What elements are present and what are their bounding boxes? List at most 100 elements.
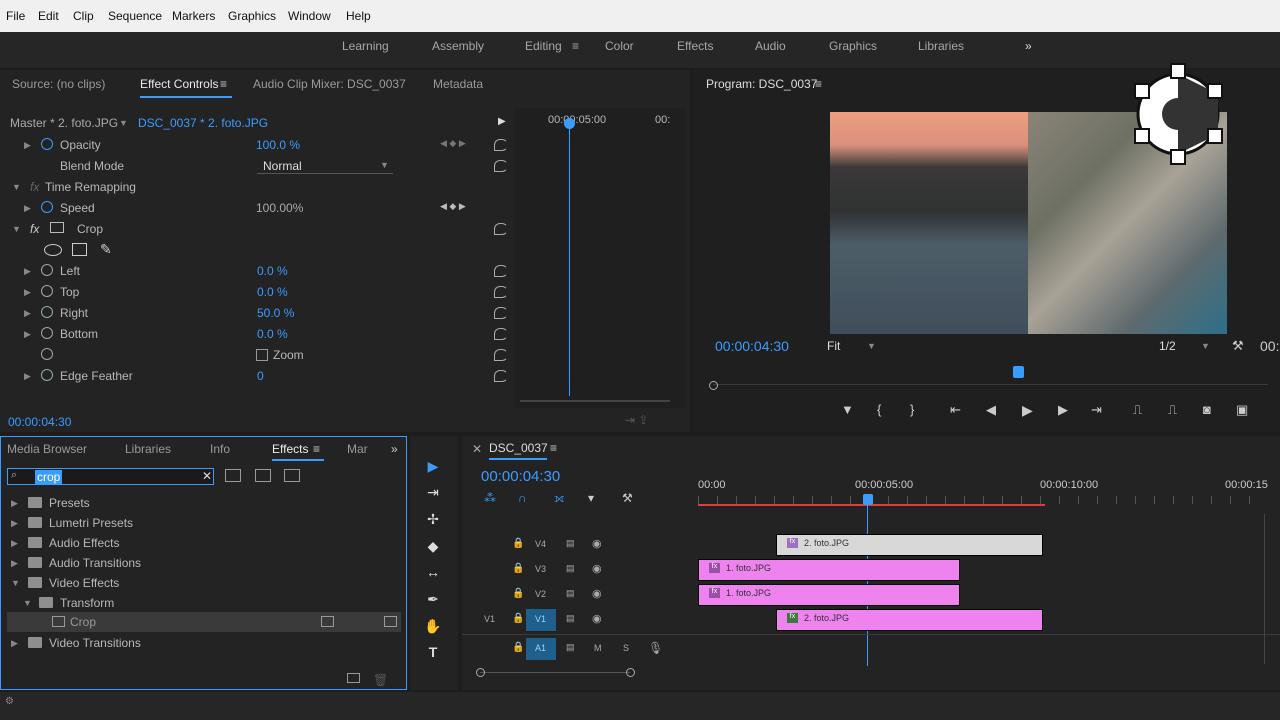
- ripple-edit-tool-icon[interactable]: ✢: [424, 511, 442, 529]
- slip-tool-icon[interactable]: ↔: [424, 564, 442, 582]
- tab-info[interactable]: Info: [210, 442, 230, 456]
- mark-out-icon[interactable]: }: [910, 402, 914, 417]
- menu-file[interactable]: File: [6, 9, 25, 23]
- zoom-scrollbar[interactable]: [520, 400, 670, 402]
- snap-icon[interactable]: ∩: [518, 491, 527, 505]
- reset-icon[interactable]: [494, 328, 508, 340]
- track-label[interactable]: V4: [535, 539, 546, 549]
- eye-icon[interactable]: ◉: [592, 562, 602, 575]
- collapse-icon[interactable]: ▼: [12, 224, 21, 234]
- effect-controls-timecode[interactable]: 00:00:04:30: [8, 415, 71, 429]
- hand-tool-icon[interactable]: ✋: [424, 618, 442, 636]
- right-value[interactable]: 50.0 %: [257, 306, 294, 320]
- vertical-scrollbar[interactable]: [1264, 514, 1265, 664]
- menu-clip[interactable]: Clip: [73, 9, 94, 23]
- expand-icon[interactable]: ▶: [24, 287, 31, 298]
- expand-icon[interactable]: ▶: [24, 329, 31, 340]
- program-title[interactable]: Program: DSC_0037: [706, 77, 817, 91]
- tab-menu-icon[interactable]: ≡: [220, 77, 227, 91]
- lock-icon[interactable]: 🔒: [512, 588, 524, 599]
- stopwatch-icon[interactable]: [41, 138, 53, 150]
- lift-icon[interactable]: ⎍: [1133, 402, 1142, 418]
- timeline-zoom-scrollbar[interactable]: [480, 672, 630, 673]
- fx-icon[interactable]: fx: [30, 222, 39, 236]
- go-to-out-icon[interactable]: ⇥: [1091, 402, 1102, 418]
- clip-v4[interactable]: fx 2. foto.JPG: [776, 534, 1043, 556]
- play-only-icon[interactable]: ▶: [498, 116, 506, 127]
- expand-icon[interactable]: ▶: [11, 638, 18, 649]
- scroll-start-handle[interactable]: [476, 668, 485, 677]
- tab-media-browser[interactable]: Media Browser: [7, 442, 87, 456]
- reset-icon[interactable]: [494, 286, 508, 298]
- sync-lock-icon[interactable]: ▤: [566, 538, 575, 549]
- expand-icon[interactable]: ▶: [24, 266, 31, 277]
- expand-icon[interactable]: ▶: [24, 371, 31, 382]
- linked-selection-icon[interactable]: ⟗: [554, 491, 565, 506]
- delete-icon[interactable]: 🗑: [373, 673, 388, 687]
- step-back-icon[interactable]: ◀: [986, 402, 996, 418]
- accelerated-effects-icon[interactable]: [225, 469, 241, 482]
- program-playhead[interactable]: [1013, 366, 1024, 378]
- track-label[interactable]: V1: [526, 609, 556, 631]
- time-ruler[interactable]: [698, 496, 1268, 504]
- opacity-value[interactable]: 100.0 %: [256, 138, 300, 152]
- reset-icon[interactable]: [494, 349, 508, 361]
- tab-audio-clip-mixer[interactable]: Audio Clip Mixer: DSC_0037: [253, 77, 406, 91]
- stopwatch-icon[interactable]: [41, 369, 53, 381]
- stopwatch-icon[interactable]: [41, 285, 53, 297]
- program-timecode[interactable]: 00:00:04:30: [715, 338, 789, 354]
- tree-item-audio-transitions[interactable]: ▶ Audio Transitions: [1, 553, 401, 573]
- tab-menu-icon[interactable]: ≡: [313, 442, 320, 456]
- keyframe-nav-icon[interactable]: ◀ ◆ ▶: [440, 138, 466, 149]
- lock-icon[interactable]: 🔒: [512, 642, 524, 653]
- ellipse-mask-icon[interactable]: [44, 244, 62, 256]
- extract-icon[interactable]: ⎍: [1168, 402, 1177, 418]
- render-icon[interactable]: ⇥ ⇪: [625, 413, 648, 427]
- speed-value[interactable]: 100.00%: [256, 201, 303, 215]
- stopwatch-icon[interactable]: [41, 264, 53, 276]
- ws-effects[interactable]: Effects: [677, 39, 713, 53]
- tab-effects[interactable]: Effects: [272, 442, 308, 456]
- ws-menu-icon[interactable]: ≡: [572, 39, 579, 53]
- ws-graphics[interactable]: Graphics: [829, 39, 877, 53]
- lock-icon[interactable]: 🔒: [512, 563, 524, 574]
- track-label[interactable]: V3: [535, 564, 546, 574]
- mark-in-icon[interactable]: {: [877, 402, 881, 417]
- panel-menu-icon[interactable]: ≡: [550, 441, 557, 455]
- razor-tool-icon[interactable]: ◆: [424, 538, 442, 556]
- tree-item-crop[interactable]: Crop: [7, 612, 401, 632]
- reset-icon[interactable]: [494, 223, 508, 235]
- play-icon[interactable]: ▶: [1022, 402, 1033, 419]
- tree-item-presets[interactable]: ▶ Presets: [1, 493, 401, 513]
- sync-lock-icon[interactable]: ▤: [566, 642, 575, 653]
- menu-graphics[interactable]: Graphics: [228, 9, 276, 23]
- stopwatch-icon[interactable]: [41, 201, 53, 213]
- reset-icon[interactable]: [494, 370, 508, 382]
- expand-icon[interactable]: ▶: [11, 558, 18, 569]
- more-workspaces-icon[interactable]: »: [1025, 39, 1032, 53]
- ws-audio[interactable]: Audio: [755, 39, 786, 53]
- expand-icon[interactable]: ▶: [11, 498, 18, 509]
- fx-icon[interactable]: fx: [30, 180, 39, 194]
- left-value[interactable]: 0.0 %: [257, 264, 288, 278]
- track-label[interactable]: A1: [526, 638, 556, 660]
- expand-icon[interactable]: ▶: [11, 518, 18, 529]
- microphone-icon[interactable]: 🎙: [648, 641, 663, 655]
- sync-lock-icon[interactable]: ▤: [566, 563, 575, 574]
- eye-icon[interactable]: ◉: [592, 587, 602, 600]
- comparison-view-icon[interactable]: ▣: [1236, 402, 1248, 418]
- mute-button[interactable]: M: [594, 643, 602, 653]
- tree-item-video-transitions[interactable]: ▶ Video Transitions: [1, 633, 401, 653]
- menu-window[interactable]: Window: [288, 9, 331, 23]
- yuv-effects-icon[interactable]: [284, 469, 300, 482]
- lock-icon[interactable]: 🔒: [512, 613, 524, 624]
- eye-icon[interactable]: ◉: [592, 537, 602, 550]
- sync-lock-icon[interactable]: ▤: [566, 613, 575, 624]
- tab-markers[interactable]: Mar: [347, 442, 368, 456]
- timeline-playhead-handle[interactable]: [863, 494, 873, 505]
- tree-item-video-effects[interactable]: ▼ Video Effects: [1, 573, 401, 593]
- blend-mode-select[interactable]: Normal ▼: [257, 157, 393, 174]
- collapse-icon[interactable]: ▼: [11, 578, 20, 588]
- reset-icon[interactable]: [494, 160, 508, 172]
- reset-icon[interactable]: [494, 307, 508, 319]
